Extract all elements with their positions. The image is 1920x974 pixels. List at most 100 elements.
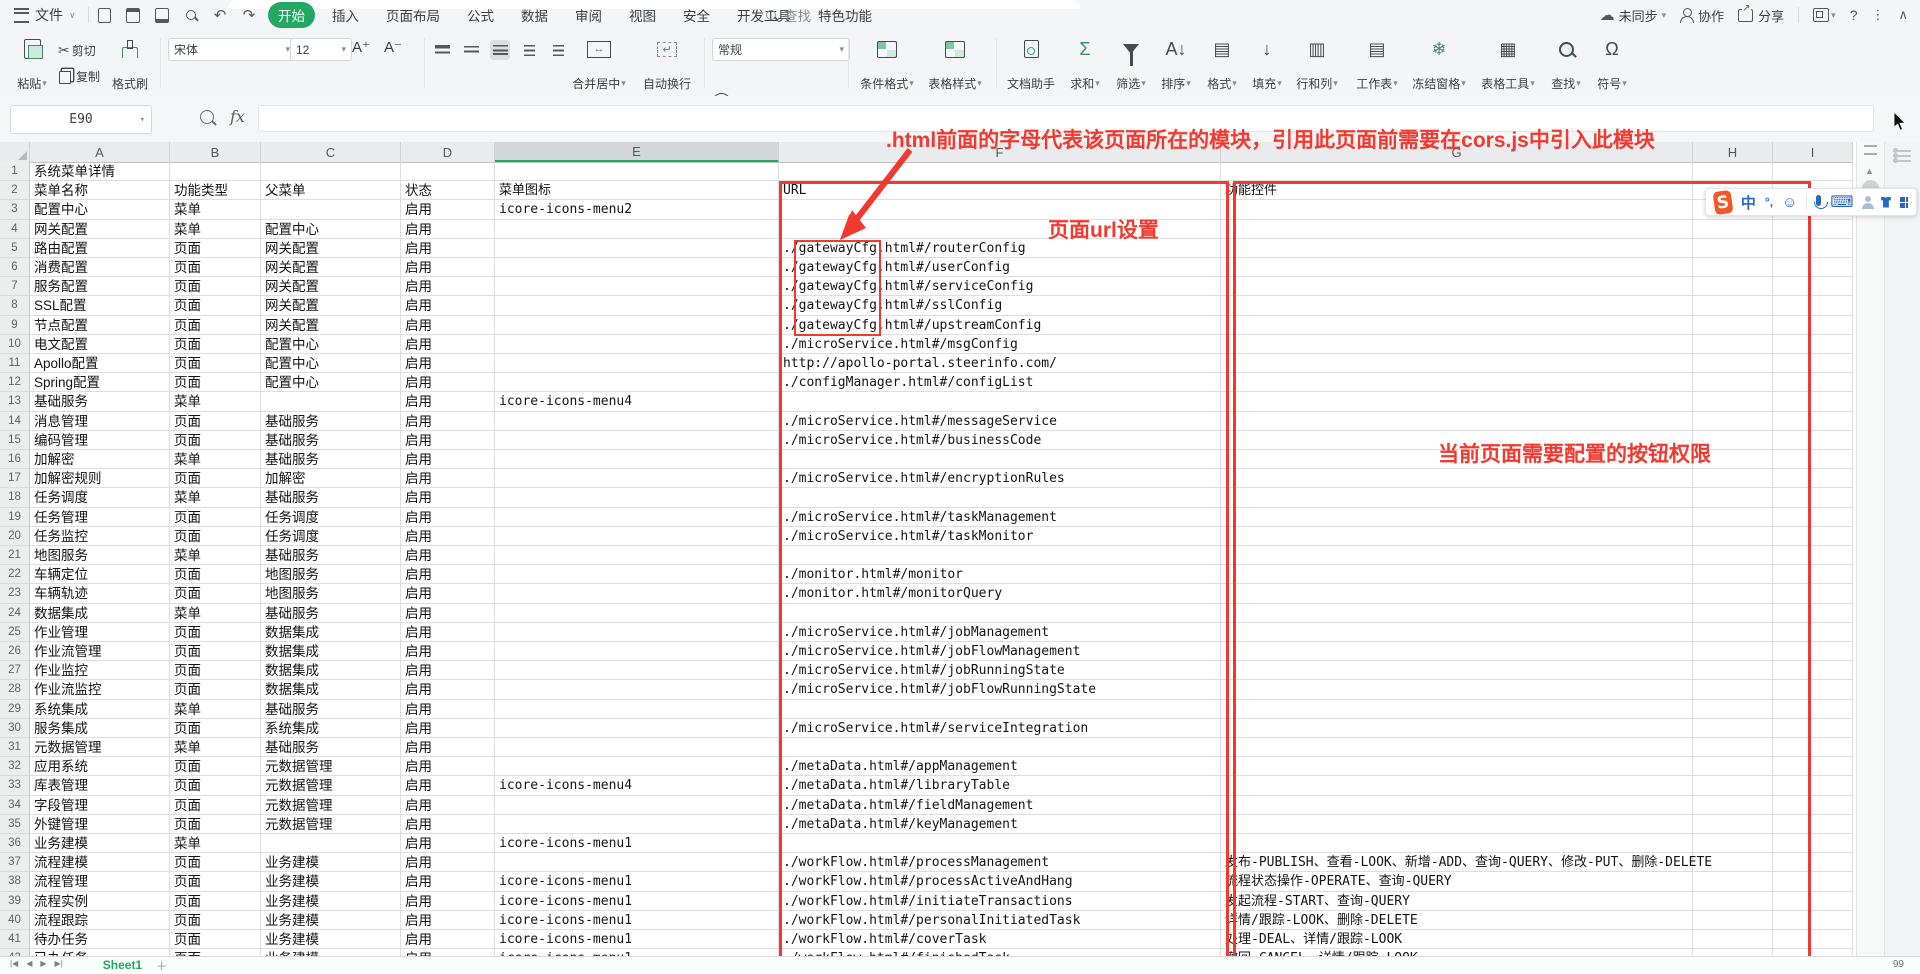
cell-A5[interactable]: 路由配置	[30, 239, 170, 258]
cell-E22[interactable]	[495, 565, 779, 584]
number-format-select[interactable]: 常规▾	[712, 38, 850, 61]
tab-开始[interactable]: 开始	[268, 2, 315, 28]
align-bottom-button[interactable]	[490, 40, 510, 60]
cell-C10[interactable]: 配置中心	[261, 335, 401, 354]
cell-A22[interactable]: 车辆定位	[30, 565, 170, 584]
cell-E38[interactable]: icore-icons-menu1	[495, 872, 779, 891]
cell-E27[interactable]	[495, 661, 779, 680]
cell-E8[interactable]	[495, 296, 779, 315]
font-size-select[interactable]: 12▾	[290, 38, 352, 61]
cell-D30[interactable]: 启用	[401, 719, 495, 738]
sogou-logo-icon[interactable]: S	[1712, 189, 1733, 214]
cell-E21[interactable]	[495, 546, 779, 565]
cond-format-button[interactable]: 条件格式▾	[855, 36, 919, 94]
cell-A2[interactable]: 菜单名称	[30, 181, 170, 200]
row-header-7[interactable]: 7	[0, 277, 30, 296]
filter-button[interactable]: 筛选▾	[1110, 36, 1152, 94]
cell-C35[interactable]: 元数据管理	[261, 815, 401, 834]
tab-视图[interactable]: 视图	[619, 2, 666, 28]
copy-button[interactable]: 复制	[58, 68, 100, 85]
row-header-35[interactable]: 35	[0, 815, 30, 834]
cell-E11[interactable]	[495, 354, 779, 373]
column-header-E[interactable]: E	[495, 142, 779, 162]
cell-D17[interactable]: 启用	[401, 469, 495, 488]
collaborate-button[interactable]: 协作	[1680, 6, 1724, 25]
cell-C28[interactable]: 数据集成	[261, 680, 401, 699]
cell-E25[interactable]	[495, 623, 779, 642]
row-header-14[interactable]: 14	[0, 412, 30, 431]
split-handle[interactable]	[1864, 145, 1877, 155]
cell-E24[interactable]	[495, 604, 779, 623]
column-header-C[interactable]: C	[261, 142, 401, 162]
symbol-button[interactable]: Ω符号▾	[1590, 36, 1634, 94]
cell-D8[interactable]: 启用	[401, 296, 495, 315]
cell-D29[interactable]: 启用	[401, 700, 495, 719]
sheet-nav-1[interactable]: ◀	[26, 959, 32, 968]
cell-B18[interactable]: 菜单	[170, 488, 261, 507]
cell-A17[interactable]: 加解密规则	[30, 469, 170, 488]
cell-B10[interactable]: 页面	[170, 335, 261, 354]
cell-E4[interactable]	[495, 220, 779, 239]
cell-A34[interactable]: 字段管理	[30, 796, 170, 815]
ime-emoji-icon[interactable]: ☺	[1782, 194, 1797, 211]
cell-A8[interactable]: SSL配置	[30, 296, 170, 315]
cell-E32[interactable]	[495, 757, 779, 776]
row-header-37[interactable]: 37	[0, 853, 30, 872]
cell-A23[interactable]: 车辆轨迹	[30, 584, 170, 603]
align-middle-button[interactable]	[461, 40, 481, 60]
cell-B7[interactable]: 页面	[170, 277, 261, 296]
grow-font-button[interactable]: A⁺	[352, 38, 370, 56]
row-header-41[interactable]: 41	[0, 930, 30, 949]
fx-icon[interactable]: fx	[230, 107, 245, 126]
cell-A6[interactable]: 消费配置	[30, 258, 170, 277]
cell-E29[interactable]	[495, 700, 779, 719]
cell-B28[interactable]: 页面	[170, 680, 261, 699]
cell-D39[interactable]: 启用	[401, 892, 495, 911]
cell-C5[interactable]: 网关配置	[261, 239, 401, 258]
export-icon[interactable]	[125, 7, 141, 23]
table-style-button[interactable]: 表格样式▾	[922, 36, 988, 94]
cell-C36[interactable]	[261, 834, 401, 853]
cell-A24[interactable]: 数据集成	[30, 604, 170, 623]
cell-C40[interactable]: 业务建模	[261, 911, 401, 930]
cell-C9[interactable]: 网关配置	[261, 316, 401, 335]
sheet-nav-2[interactable]: ▶	[40, 959, 46, 968]
row-header-8[interactable]: 8	[0, 296, 30, 315]
fill-button[interactable]: ↓填充▾	[1246, 36, 1288, 94]
row-header-9[interactable]: 9	[0, 316, 30, 335]
cell-E37[interactable]	[495, 853, 779, 872]
cell-D26[interactable]: 启用	[401, 642, 495, 661]
cell-A7[interactable]: 服务配置	[30, 277, 170, 296]
cell-D13[interactable]: 启用	[401, 392, 495, 411]
cell-E23[interactable]	[495, 584, 779, 603]
tab-安全[interactable]: 安全	[673, 2, 720, 28]
cell-C39[interactable]: 业务建模	[261, 892, 401, 911]
help-button[interactable]: ?	[1850, 7, 1858, 23]
cell-C12[interactable]: 配置中心	[261, 373, 401, 392]
tab-审阅[interactable]: 审阅	[565, 2, 612, 28]
cell-C17[interactable]: 加解密	[261, 469, 401, 488]
row-header-27[interactable]: 27	[0, 661, 30, 680]
row-header-23[interactable]: 23	[0, 584, 30, 603]
cell-B23[interactable]: 页面	[170, 584, 261, 603]
cell-C41[interactable]: 业务建模	[261, 930, 401, 949]
cell-C18[interactable]: 基础服务	[261, 488, 401, 507]
find-button[interactable]: 查找▾	[1544, 36, 1588, 94]
cut-button[interactable]: ✂剪切	[58, 42, 100, 59]
cell-C19[interactable]: 任务调度	[261, 508, 401, 527]
redo-icon[interactable]: ↷	[241, 7, 257, 23]
cell-C32[interactable]: 元数据管理	[261, 757, 401, 776]
ime-mic-icon[interactable]	[1816, 195, 1821, 206]
magnifier-icon[interactable]	[200, 110, 214, 124]
row-header-30[interactable]: 30	[0, 719, 30, 738]
cell-C34[interactable]: 元数据管理	[261, 796, 401, 815]
cell-B33[interactable]: 页面	[170, 776, 261, 795]
cell-B26[interactable]: 页面	[170, 642, 261, 661]
print-preview-icon[interactable]	[183, 7, 199, 23]
cell-D6[interactable]: 启用	[401, 258, 495, 277]
wrap-text-button[interactable]: ↵ 自动换行	[638, 36, 696, 94]
sheet-nav-3[interactable]: ▶|	[55, 959, 63, 968]
cell-C11[interactable]: 配置中心	[261, 354, 401, 373]
cell-D32[interactable]: 启用	[401, 757, 495, 776]
row-header-32[interactable]: 32	[0, 757, 30, 776]
